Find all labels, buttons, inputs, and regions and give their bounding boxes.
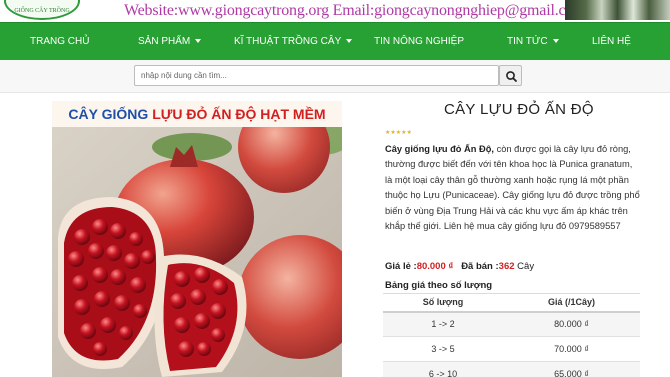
tier-qty: 6 -> 10	[383, 361, 503, 377]
caption-part-2: LỰU ĐỎ ẤN ĐỘ HẠT MỀM	[152, 106, 326, 122]
banner-contact: Website:www.giongcaytrong.org Email:gion…	[124, 2, 586, 19]
nav-label: LIÊN HỆ	[592, 36, 631, 47]
tier-price-title: Bảng giá theo số lượng	[385, 280, 493, 291]
nav-label: TIN TỨC	[507, 36, 548, 47]
tier-qty: 1 -> 2	[383, 311, 503, 337]
tier-qty: 3 -> 5	[383, 336, 503, 362]
nav-item-tin-nong-nghiep[interactable]: TIN NÔNG NGHIỆP	[374, 23, 464, 61]
tier-price: 65.000 ₫	[503, 361, 640, 377]
site-logo[interactable]: GIỐNG CÂY TRỒNG	[4, 0, 80, 20]
tier-price-table: Số lượng Giá (/1Cây) 1 -> 2 80.000 ₫ 3 -…	[383, 293, 640, 377]
nav-label: TRANG CHỦ	[30, 36, 90, 47]
rating-stars-icon: ★★★★★	[385, 130, 412, 136]
top-banner: GIỐNG CÂY TRỒNG Website:www.giongcaytron…	[0, 0, 670, 22]
search-button[interactable]	[499, 65, 522, 86]
nav-label: KĨ THUẬT TRỒNG CÂY	[234, 36, 342, 47]
price-label: Giá lẻ :	[385, 261, 417, 272]
search-icon	[506, 71, 517, 82]
pomegranate-photo	[52, 127, 342, 377]
table-row: 1 -> 2 80.000 ₫	[383, 311, 640, 337]
sold-unit: Cây	[514, 261, 535, 272]
sold-value: 362	[498, 261, 515, 272]
nav-label: SẢN PHẨM	[138, 36, 191, 47]
caption-part-1: CÂY GIỐNG	[68, 106, 153, 122]
nav-item-tin-tuc[interactable]: TIN TỨC	[507, 23, 559, 61]
sold-label: Đã bán :	[461, 261, 499, 272]
main-nav: TRANG CHỦ SẢN PHẨM KĨ THUẬT TRỒNG CÂY TI…	[0, 22, 670, 60]
nav-label: TIN NÔNG NGHIỆP	[374, 36, 465, 47]
nav-item-trang-chu[interactable]: TRANG CHỦ	[30, 23, 89, 61]
description-body: còn được gọi là cây lựu đỏ ròng, thường …	[385, 144, 640, 232]
nav-item-san-pham[interactable]: SẢN PHẨM	[138, 23, 202, 61]
tier-price: 80.000 ₫	[503, 311, 640, 337]
logo-text: GIỐNG CÂY TRỒNG	[14, 8, 70, 14]
search-bar	[0, 60, 670, 93]
price-line: Giá lẻ :80.000 ₫ Đã bán :362 Cây	[385, 261, 534, 272]
caret-down-icon	[195, 39, 202, 44]
search-input[interactable]	[134, 65, 499, 86]
table-row: 3 -> 5 70.000 ₫	[383, 336, 640, 362]
banner-photo	[565, 0, 670, 20]
tier-header-price: Giá (/1Cây)	[503, 293, 640, 313]
caret-down-icon	[346, 39, 353, 44]
table-row: 6 -> 10 65.000 ₫	[383, 361, 640, 377]
tier-header-quantity: Số lượng	[383, 293, 503, 313]
price-value: 80.000 ₫	[416, 261, 454, 272]
product-image-caption: CÂY GIỐNG LỰU ĐỎ ẤN ĐỘ HẠT MỀM	[52, 101, 342, 127]
tier-price: 70.000 ₫	[503, 336, 640, 362]
product-description: Cây giống lựu đỏ Ấn Độ, còn được gọi là …	[385, 142, 641, 234]
nav-item-ki-thuat[interactable]: KĨ THUẬT TRỒNG CÂY	[234, 23, 353, 61]
product-image[interactable]: CÂY GIỐNG LỰU ĐỎ ẤN ĐỘ HẠT MỀM	[52, 101, 342, 377]
nav-item-lien-he[interactable]: LIÊN HỆ	[592, 23, 631, 61]
product-title: CÂY LỰU ĐỎ ẤN ĐỘ	[444, 101, 594, 118]
caret-down-icon	[552, 39, 559, 44]
description-lead: Cây giống lựu đỏ Ấn Độ,	[385, 144, 494, 154]
